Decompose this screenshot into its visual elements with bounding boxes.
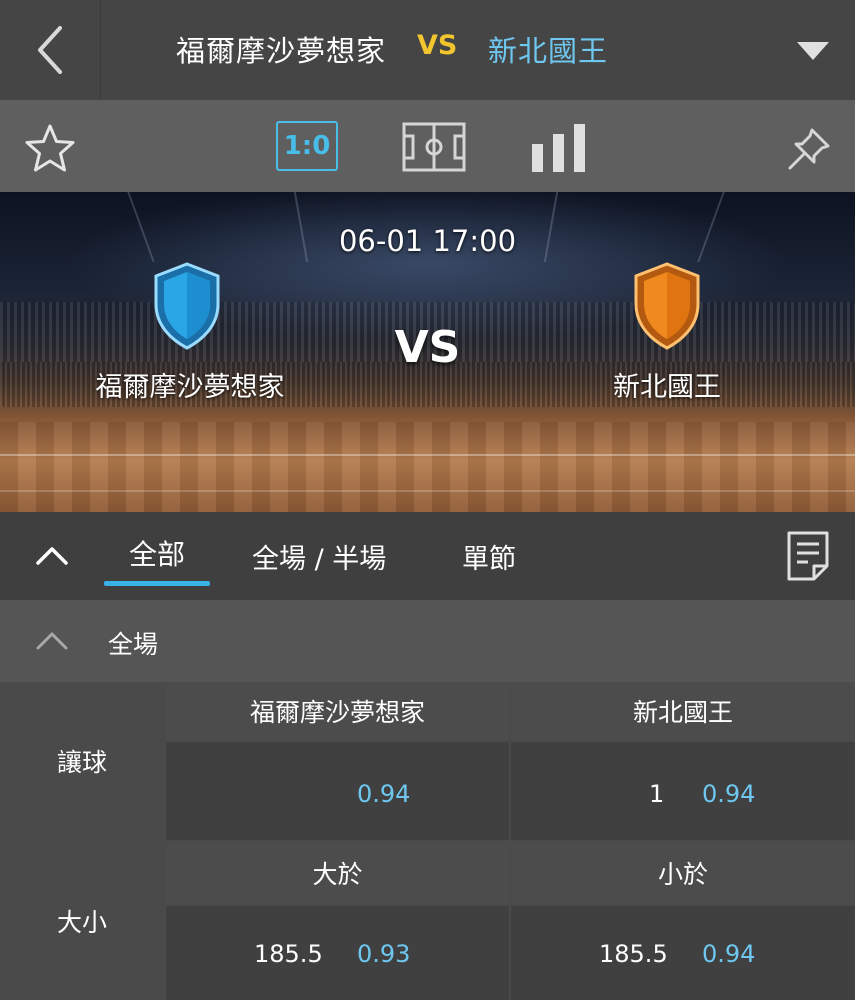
tab-all[interactable]: 全部	[104, 533, 210, 573]
court-icon	[402, 122, 466, 172]
pin-icon	[788, 128, 830, 170]
over-header: 大於	[166, 842, 509, 904]
court-view-button[interactable]	[402, 122, 466, 172]
under-header: 小於	[511, 842, 855, 904]
chevron-up-icon	[36, 547, 68, 565]
match-dropdown-button[interactable]	[795, 38, 831, 62]
handicap-away-header: 新北國王	[511, 682, 855, 740]
header-vs: VS	[417, 30, 458, 61]
under-line: 185.5	[599, 940, 668, 968]
handicap-home-odds-button[interactable]: 0.94	[166, 742, 509, 840]
under-odds-button[interactable]: 185.5 0.94	[511, 906, 855, 1000]
handicap-away-odds-button[interactable]: 1 0.94	[511, 742, 855, 840]
score-button[interactable]: 1:0	[276, 121, 338, 171]
collapse-button[interactable]	[28, 535, 76, 575]
court-line	[0, 454, 855, 456]
handicap-away-odds: 0.94	[702, 780, 756, 808]
tab-quarter[interactable]: 單節	[462, 537, 516, 576]
back-button[interactable]	[0, 0, 101, 100]
handicap-home-odds: 0.94	[357, 780, 411, 808]
caret-down-icon	[797, 42, 829, 60]
over-odds: 0.93	[357, 940, 411, 968]
court-floor	[0, 422, 855, 512]
tab-full-half[interactable]: 全場 / 半場	[252, 537, 386, 576]
court-line	[0, 490, 855, 492]
chevron-up-icon	[34, 626, 70, 654]
statistics-button[interactable]	[530, 124, 588, 172]
rules-button[interactable]	[786, 530, 830, 582]
star-icon	[25, 124, 75, 172]
section-title: 全場	[108, 630, 159, 659]
match-time: 06-01 17:00	[338, 224, 517, 258]
under-odds: 0.94	[702, 940, 756, 968]
over-line: 185.5	[254, 940, 323, 968]
over-odds-button[interactable]: 185.5 0.93	[166, 906, 509, 1000]
document-icon	[787, 531, 829, 581]
header-away-team: 新北國王	[488, 34, 609, 68]
pin-button[interactable]	[786, 126, 832, 172]
home-team-name: 福爾摩沙夢想家	[95, 372, 285, 403]
handicap-home-header: 福爾摩沙夢想家	[166, 682, 509, 740]
market-label-over-under: 大小	[0, 842, 164, 1000]
handicap-away-line: 1	[649, 780, 665, 808]
header-home-team: 福爾摩沙夢想家	[176, 34, 387, 68]
favorite-button[interactable]	[22, 122, 78, 174]
bar-chart-icon	[532, 124, 585, 172]
chevron-left-icon	[38, 26, 62, 74]
away-team-name: 新北國王	[613, 372, 721, 403]
active-tab-indicator	[104, 581, 210, 586]
market-label-handicap: 讓球	[0, 682, 164, 840]
